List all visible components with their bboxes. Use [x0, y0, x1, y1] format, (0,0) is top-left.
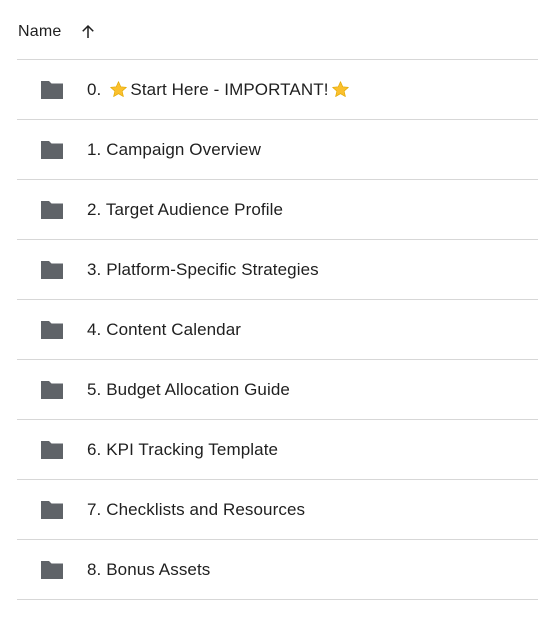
folder-row[interactable]: 2. Target Audience Profile	[17, 180, 538, 240]
folder-number: 0.	[87, 79, 102, 99]
file-list-header: Name	[0, 0, 538, 60]
folder-name: 2. Target Audience Profile	[87, 199, 284, 219]
folder-name: 4. Content Calendar	[87, 319, 242, 339]
folder-row[interactable]: 6. KPI Tracking Template	[17, 420, 538, 480]
sort-by-name-button[interactable]: Name	[12, 14, 103, 50]
folder-icon	[41, 440, 63, 459]
folder-icon	[41, 260, 63, 279]
folder-name: 0. Start Here - IMPORTANT!	[87, 80, 352, 100]
folder-name: 6. KPI Tracking Template	[87, 439, 279, 459]
star-icon	[110, 81, 128, 97]
folder-row[interactable]: 0. Start Here - IMPORTANT!	[17, 60, 538, 120]
folder-row[interactable]: 8. Bonus Assets	[17, 540, 538, 600]
file-list: 0. Start Here - IMPORTANT! 1. Campaign O…	[17, 60, 538, 600]
folder-title: Start Here - IMPORTANT!	[130, 79, 329, 99]
folder-icon	[41, 200, 63, 219]
arrow-up-icon[interactable]	[79, 23, 97, 41]
folder-name: 1. Campaign Overview	[87, 139, 261, 159]
folder-row[interactable]: 5. Budget Allocation Guide	[17, 360, 538, 420]
name-column-label: Name	[18, 23, 62, 40]
folder-row[interactable]: 7. Checklists and Resources	[17, 480, 538, 540]
folder-name: 3. Platform-Specific Strategies	[87, 259, 319, 279]
folder-row[interactable]: 3. Platform-Specific Strategies	[17, 240, 538, 300]
folder-name: 8. Bonus Assets	[87, 559, 211, 579]
folder-row[interactable]: 4. Content Calendar	[17, 300, 538, 360]
folder-icon	[41, 320, 63, 339]
folder-icon	[41, 80, 63, 99]
folder-icon	[41, 560, 63, 579]
folder-row[interactable]: 1. Campaign Overview	[17, 120, 538, 180]
folder-icon	[41, 140, 63, 159]
star-icon	[331, 81, 349, 97]
folder-icon	[41, 380, 63, 399]
folder-name: 5. Budget Allocation Guide	[87, 379, 290, 399]
folder-name: 7. Checklists and Resources	[87, 499, 306, 519]
folder-icon	[41, 500, 63, 519]
